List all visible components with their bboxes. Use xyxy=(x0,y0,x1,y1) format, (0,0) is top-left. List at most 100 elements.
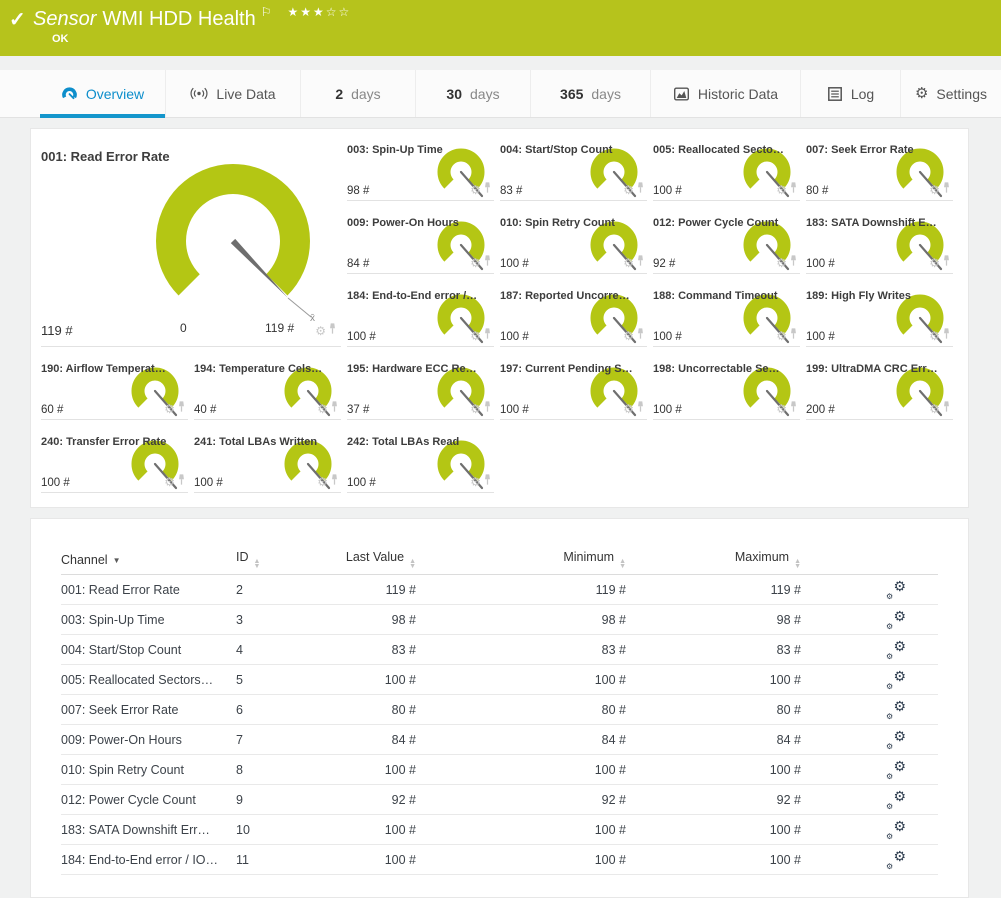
channel-name-cell[interactable]: 183: SATA Downshift Err… xyxy=(61,823,236,837)
channel-settings-icon[interactable]: ⚙⚙ xyxy=(886,790,906,810)
channel-name-cell[interactable]: 003: Spin-Up Time xyxy=(61,613,236,627)
pin-icon[interactable] xyxy=(789,181,798,199)
pin-icon[interactable] xyxy=(636,400,645,418)
pin-icon[interactable] xyxy=(789,254,798,272)
channel-gauge-cell: 240: Transfer Error Rate100 #⚙ xyxy=(41,433,188,493)
column-header-minimum[interactable]: Minimum▲▼ xyxy=(416,550,626,569)
table-row: 004: Start/Stop Count483 #83 #83 #⚙⚙ xyxy=(61,635,938,665)
pin-icon[interactable] xyxy=(636,254,645,272)
gauge-title: 240: Transfer Error Rate xyxy=(41,433,188,448)
gear-icon[interactable]: ⚙ xyxy=(623,184,634,196)
pin-icon[interactable] xyxy=(636,181,645,199)
pin-icon[interactable] xyxy=(942,327,951,345)
pin-icon[interactable] xyxy=(942,400,951,418)
channel-gauge-cell: 183: SATA Downshift E…100 #⚙ xyxy=(806,214,953,274)
sort-icon[interactable]: ▲▼ xyxy=(794,559,801,569)
sort-desc-icon[interactable]: ▼ xyxy=(113,556,121,565)
channel-settings-icon[interactable]: ⚙⚙ xyxy=(886,820,906,840)
gear-icon[interactable]: ⚙ xyxy=(470,184,481,196)
channel-name-cell[interactable]: 004: Start/Stop Count xyxy=(61,643,236,657)
pin-icon[interactable] xyxy=(789,327,798,345)
channel-name-cell[interactable]: 010: Spin Retry Count xyxy=(61,763,236,777)
channel-settings-icon[interactable]: ⚙⚙ xyxy=(886,610,906,630)
pin-icon[interactable] xyxy=(636,327,645,345)
gear-icon[interactable]: ⚙ xyxy=(317,403,328,415)
gear-icon[interactable]: ⚙ xyxy=(776,330,787,342)
pin-icon[interactable] xyxy=(483,473,492,491)
channel-settings-icon[interactable]: ⚙⚙ xyxy=(886,730,906,750)
gear-icon[interactable]: ⚙ xyxy=(929,330,940,342)
pin-icon[interactable] xyxy=(483,400,492,418)
channel-settings-icon[interactable]: ⚙⚙ xyxy=(886,640,906,660)
column-header-label: Last Value xyxy=(346,550,404,564)
tab-settings[interactable]: ⚙Settings xyxy=(900,70,1001,117)
gear-icon[interactable]: ⚙ xyxy=(315,325,326,337)
tab-overview[interactable]: Overview xyxy=(40,70,165,117)
pin-icon[interactable] xyxy=(177,473,186,491)
channel-name-cell[interactable]: 007: Seek Error Rate xyxy=(61,703,236,717)
gear-icon[interactable]: ⚙ xyxy=(470,403,481,415)
pin-icon[interactable] xyxy=(942,181,951,199)
gear-icon[interactable]: ⚙ xyxy=(623,257,634,269)
column-header-last-value[interactable]: Last Value ▲▼ xyxy=(336,550,416,569)
gauge-value: 100 # xyxy=(806,258,835,270)
tab-live-data[interactable]: Live Data xyxy=(165,70,300,117)
channel-settings-icon[interactable]: ⚙⚙ xyxy=(886,760,906,780)
flag-icon[interactable]: ⚐ xyxy=(261,5,272,19)
column-header-maximum[interactable]: Maximum▲▼ xyxy=(626,550,801,569)
tab-365-days[interactable]: 365days xyxy=(530,70,650,117)
gear-icon[interactable]: ⚙ xyxy=(470,257,481,269)
column-header-channel[interactable]: Channel▼ xyxy=(61,553,236,567)
pin-icon[interactable] xyxy=(177,400,186,418)
channel-settings-icon[interactable]: ⚙⚙ xyxy=(886,700,906,720)
tab-30-days[interactable]: 30days xyxy=(415,70,530,117)
channel-settings-icon[interactable]: ⚙⚙ xyxy=(886,850,906,870)
channel-name-cell[interactable]: 005: Reallocated Sectors… xyxy=(61,673,236,687)
gear-icon[interactable]: ⚙ xyxy=(776,403,787,415)
gear-icon[interactable]: ⚙ xyxy=(470,330,481,342)
pin-icon[interactable] xyxy=(330,473,339,491)
gear-icon[interactable]: ⚙ xyxy=(929,184,940,196)
gear-icon[interactable]: ⚙ xyxy=(317,476,328,488)
channel-name-cell[interactable]: 184: End-to-End error / IO… xyxy=(61,853,236,867)
tab-2-days[interactable]: 2days xyxy=(300,70,415,117)
row-actions-cell: ⚙⚙ xyxy=(801,760,938,780)
gear-icon[interactable]: ⚙ xyxy=(776,184,787,196)
gear-icon[interactable]: ⚙ xyxy=(470,476,481,488)
channel-name-cell[interactable]: 009: Power-On Hours xyxy=(61,733,236,747)
sort-icon[interactable]: ▲▼ xyxy=(619,559,626,569)
sort-icon[interactable]: ▲▼ xyxy=(254,559,261,569)
sort-icon[interactable]: ▲▼ xyxy=(409,559,416,569)
gear-icon[interactable]: ⚙ xyxy=(776,257,787,269)
pin-icon[interactable] xyxy=(483,327,492,345)
channel-name-cell[interactable]: 012: Power Cycle Count xyxy=(61,793,236,807)
minimum-cell: 84 # xyxy=(416,733,626,747)
last-value-cell: 100 # xyxy=(336,763,416,777)
column-header-id[interactable]: ID▲▼ xyxy=(236,550,336,569)
pin-icon[interactable] xyxy=(942,254,951,272)
channel-settings-icon[interactable]: ⚙⚙ xyxy=(886,670,906,690)
priority-stars[interactable]: ★★★☆☆ xyxy=(288,5,352,19)
gear-icon[interactable]: ⚙ xyxy=(929,403,940,415)
gear-icon[interactable]: ⚙ xyxy=(164,476,175,488)
channel-settings-icon[interactable]: ⚙⚙ xyxy=(886,580,906,600)
gauge-title: 195: Hardware ECC Re… xyxy=(347,360,494,375)
table-row: 009: Power-On Hours784 #84 #84 #⚙⚙ xyxy=(61,725,938,755)
gear-icon[interactable]: ⚙ xyxy=(164,403,175,415)
gauge-value: 100 # xyxy=(347,477,376,489)
tab-label: Historic Data xyxy=(698,86,778,102)
pin-icon[interactable] xyxy=(328,322,337,340)
pin-icon[interactable] xyxy=(330,400,339,418)
pin-icon[interactable] xyxy=(483,181,492,199)
gear-icon[interactable]: ⚙ xyxy=(623,403,634,415)
channel-name-cell[interactable]: 001: Read Error Rate xyxy=(61,583,236,597)
channel-gauge-cell: 242: Total LBAs Read100 #⚙ xyxy=(347,433,494,493)
pin-icon[interactable] xyxy=(789,400,798,418)
gear-icon[interactable]: ⚙ xyxy=(929,257,940,269)
gear-icon[interactable]: ⚙ xyxy=(623,330,634,342)
tab-historic-data[interactable]: Historic Data xyxy=(650,70,800,117)
gauge-title: 012: Power Cycle Count xyxy=(653,214,800,229)
pin-icon[interactable] xyxy=(483,254,492,272)
gauge-cell-actions: ⚙ xyxy=(623,327,645,345)
tab-log[interactable]: Log xyxy=(800,70,900,117)
